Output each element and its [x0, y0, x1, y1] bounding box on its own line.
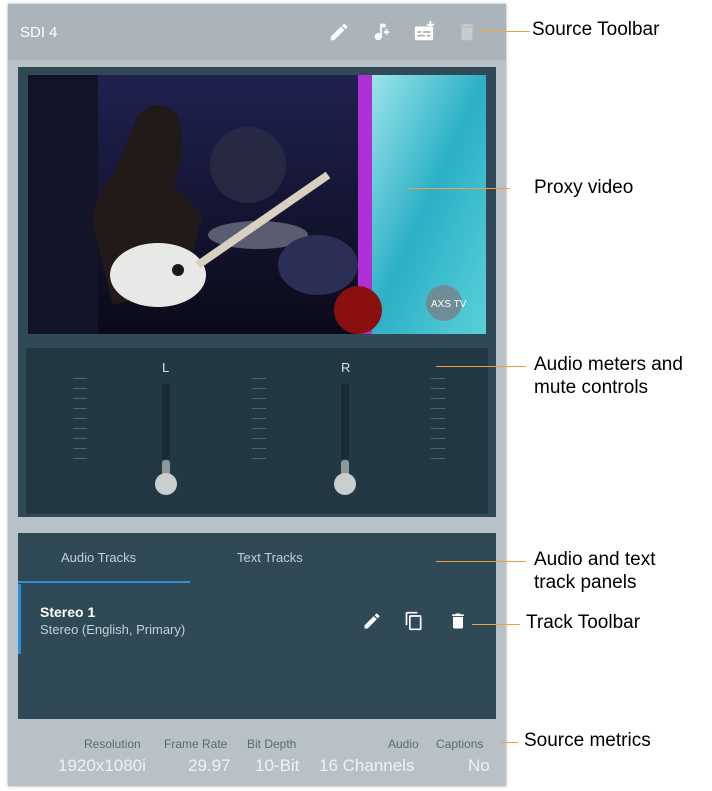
meter-scale-middle: [252, 378, 266, 468]
callout-track-panels-2: track panels: [534, 572, 637, 593]
callout-track-panels-1: Audio and text: [534, 549, 656, 570]
captions-value: No: [468, 756, 490, 775]
bit-depth-value: 10-Bit: [255, 756, 300, 775]
audio-label: Audio: [388, 737, 419, 751]
callout-audio-meters-2: mute controls: [534, 377, 649, 398]
leader-track-toolbar: [472, 624, 520, 625]
frame-rate-label: Frame Rate: [164, 737, 228, 751]
captions-label: Captions: [436, 737, 484, 751]
left-meter: [162, 384, 170, 459]
source-panel: SDI 4 AXS TV L R Audio Tracks Text Track…: [8, 4, 506, 786]
right-meter: [341, 384, 349, 459]
selected-row-indicator: [18, 584, 21, 654]
proxy-video-frame: AXS TV L R: [18, 67, 496, 517]
track-row[interactable]: Stereo 1 Stereo (English, Primary): [18, 584, 496, 654]
tab-audio-tracks[interactable]: Audio Tracks: [61, 550, 136, 565]
callout-proxy-video: Proxy video: [534, 177, 634, 198]
source-toolbar: SDI 4: [8, 4, 506, 60]
track-panels: Audio Tracks Text Tracks Stereo 1 Stereo…: [18, 533, 496, 719]
audio-value: 16 Channels: [319, 756, 415, 775]
leader-source-toolbar: [478, 31, 530, 32]
tab-text-tracks[interactable]: Text Tracks: [237, 550, 303, 565]
active-tab-indicator: [18, 581, 190, 583]
video-watermark: AXS TV: [431, 299, 467, 310]
right-channel-label: R: [341, 360, 351, 375]
callout-audio-meters-1: Audio meters and: [534, 354, 683, 375]
frame-rate-value: 29.97: [188, 756, 231, 775]
add-audio-icon[interactable]: [370, 21, 392, 43]
audio-meters: L R: [26, 348, 488, 514]
left-mute-slider[interactable]: [155, 473, 177, 495]
callout-track-toolbar: Track Toolbar: [526, 612, 641, 633]
bit-depth-label: Bit Depth: [247, 737, 297, 751]
pencil-icon[interactable]: [328, 21, 350, 43]
leader-track-panels: [436, 561, 526, 562]
trash-icon[interactable]: [448, 611, 468, 631]
resolution-label: Resolution: [84, 737, 141, 751]
add-subtitle-icon[interactable]: [413, 21, 435, 43]
leader-audio-meters: [436, 366, 526, 367]
right-mute-slider[interactable]: [334, 473, 356, 495]
proxy-video[interactable]: AXS TV: [28, 75, 486, 334]
copy-icon[interactable]: [404, 611, 424, 631]
track-name: Stereo 1: [40, 604, 96, 620]
source-metrics: Resolution Frame Rate Bit Depth Audio Ca…: [8, 729, 506, 786]
pencil-icon[interactable]: [362, 611, 382, 631]
track-description: Stereo (English, Primary): [40, 622, 186, 637]
callout-source-toolbar: Source Toolbar: [532, 19, 660, 40]
left-channel-label: L: [162, 360, 170, 375]
resolution-value: 1920x1080i: [58, 756, 146, 775]
concert-video-frame: AXS TV: [28, 75, 486, 334]
meter-scale-left: [73, 378, 87, 468]
meter-scale-right: [431, 378, 445, 468]
source-title: SDI 4: [20, 24, 58, 41]
callout-source-metrics: Source metrics: [524, 730, 651, 751]
leader-proxy-video: [408, 188, 510, 189]
leader-source-metrics: [500, 742, 518, 743]
trash-icon[interactable]: [456, 21, 478, 43]
